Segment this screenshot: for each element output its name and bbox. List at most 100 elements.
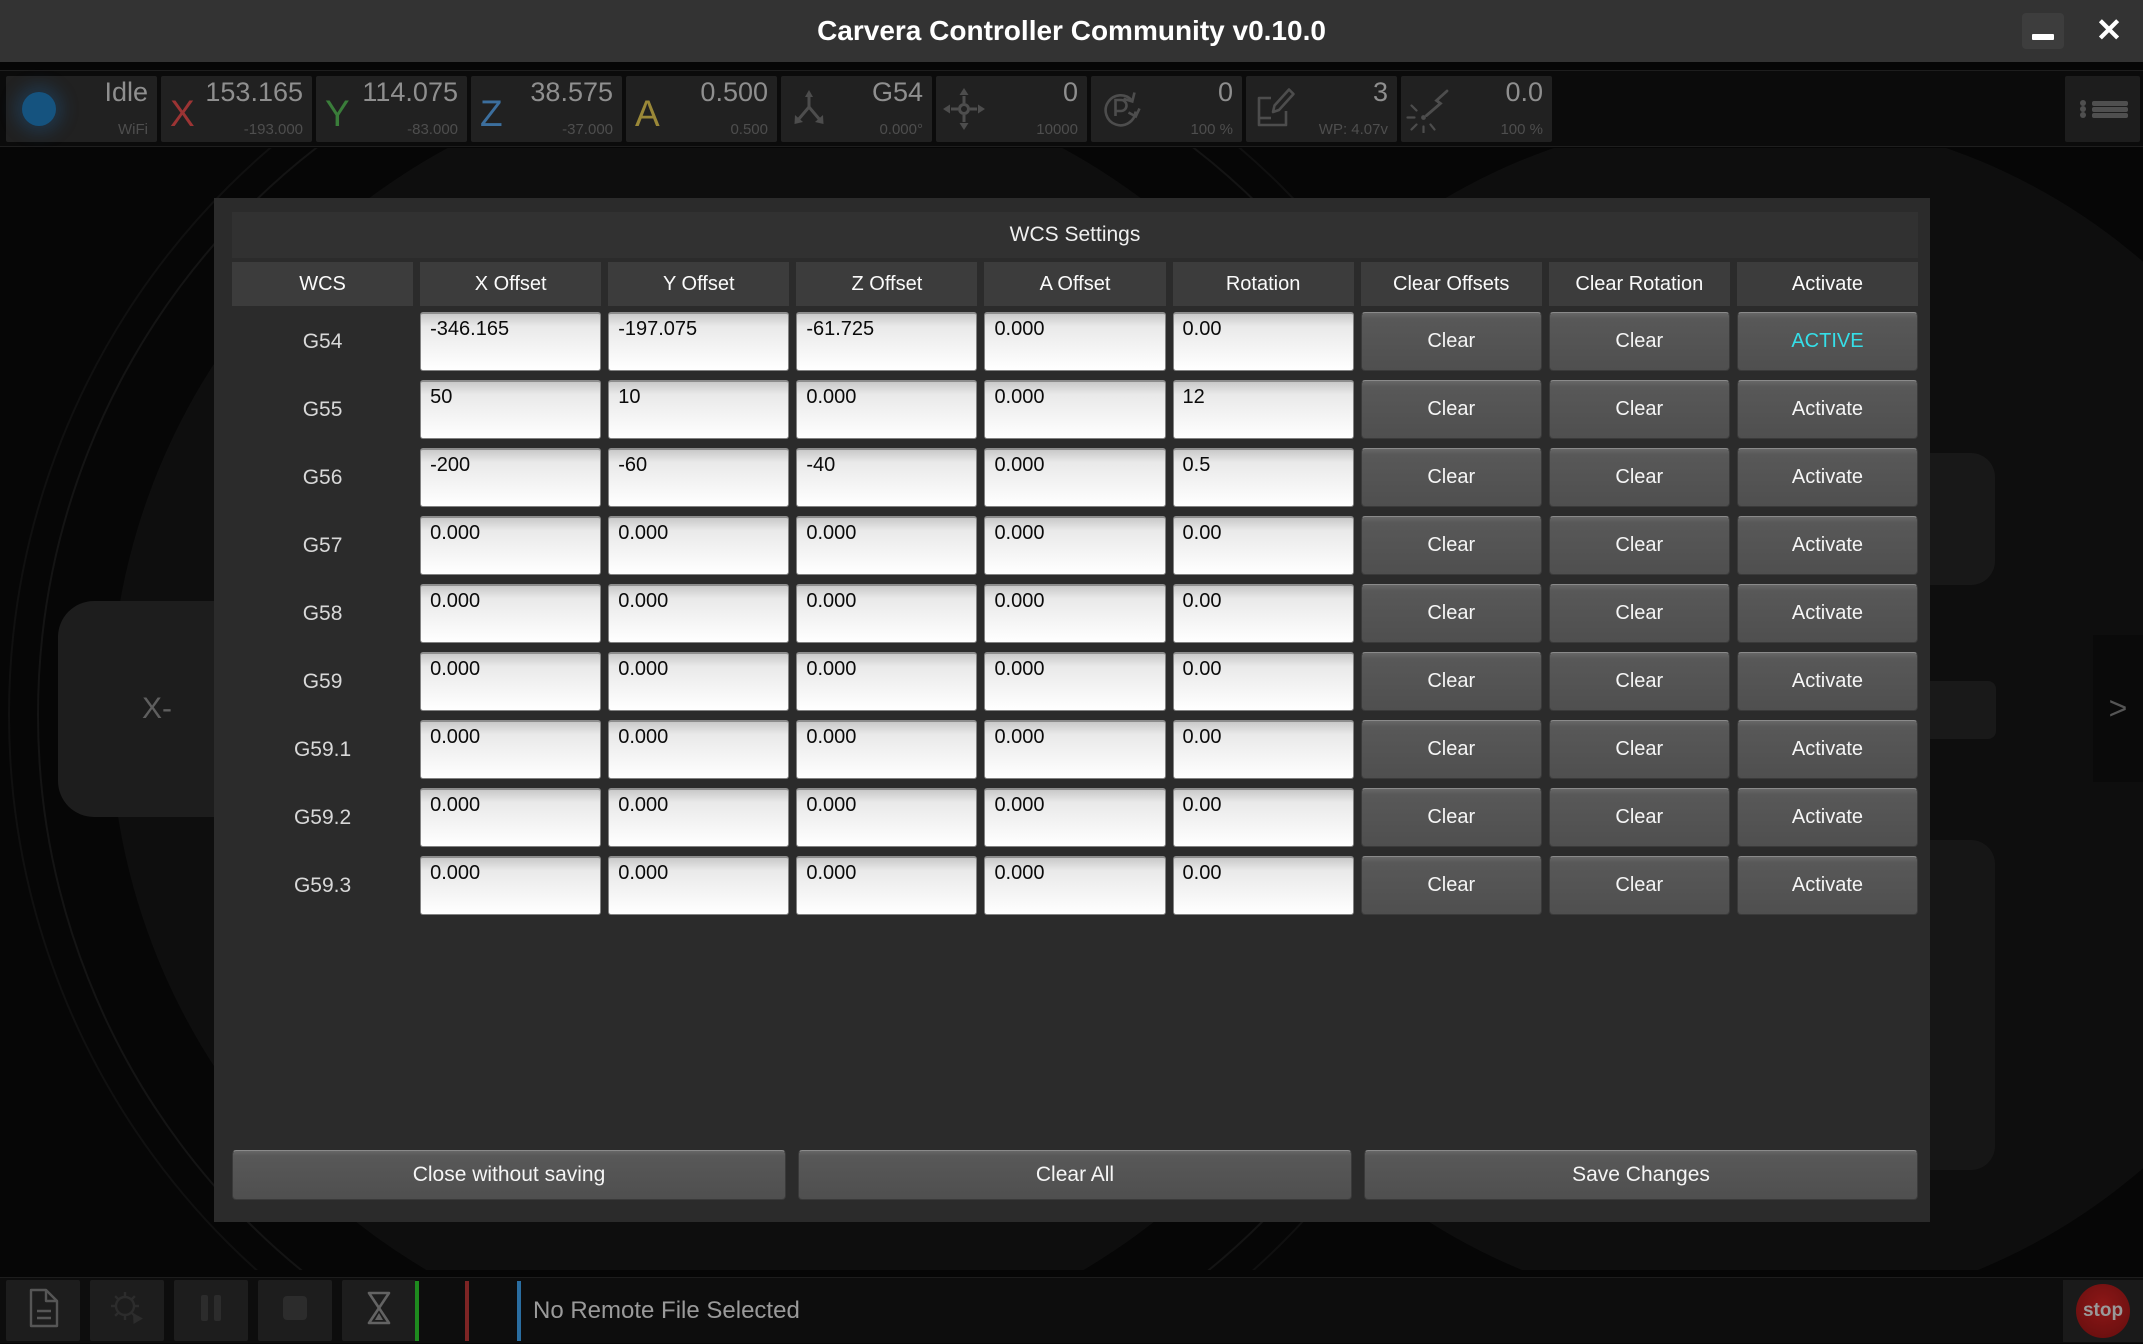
a-offset-input[interactable]: [984, 788, 1165, 847]
status-cell-axis-y[interactable]: Y114.075-83.000: [316, 76, 467, 142]
expand-panel-button[interactable]: >: [2093, 635, 2143, 782]
activate-button[interactable]: Activate: [1737, 652, 1918, 711]
x-offset-input[interactable]: [420, 720, 601, 779]
a-offset-input[interactable]: [984, 584, 1165, 643]
status-cell-axis-z[interactable]: Z38.575-37.000: [471, 76, 622, 142]
clear-offsets-button[interactable]: Clear: [1361, 856, 1542, 915]
clear-rotation-button[interactable]: Clear: [1549, 788, 1730, 847]
y-offset-input[interactable]: [608, 856, 789, 915]
status-cell-laser[interactable]: 0.0100 %: [1401, 76, 1552, 142]
status-cell-axis-a[interactable]: A0.5000.500: [626, 76, 777, 142]
y-offset-input[interactable]: [608, 516, 789, 575]
wcs-row-label: G55: [232, 380, 413, 439]
clear-rotation-button[interactable]: Clear: [1549, 312, 1730, 371]
rotation-input[interactable]: [1173, 788, 1354, 847]
clear-offsets-button[interactable]: Clear: [1361, 720, 1542, 779]
z-offset-input[interactable]: [796, 856, 977, 915]
a-offset-input[interactable]: [984, 380, 1165, 439]
list-icon: [2080, 100, 2140, 118]
dialog-title: WCS Settings: [232, 212, 1918, 258]
rotation-input[interactable]: [1173, 448, 1354, 507]
z-offset-input[interactable]: [796, 788, 977, 847]
a-offset-input[interactable]: [984, 448, 1165, 507]
clear-all-button[interactable]: Clear All: [798, 1150, 1352, 1200]
minimize-button[interactable]: [2022, 13, 2064, 49]
status-cell-axis-x[interactable]: X153.165-193.000: [161, 76, 312, 142]
rotation-input[interactable]: [1173, 516, 1354, 575]
activate-button[interactable]: Activate: [1737, 380, 1918, 439]
a-offset-input[interactable]: [984, 516, 1165, 575]
x-offset-input[interactable]: [420, 312, 601, 371]
x-offset-input[interactable]: [420, 516, 601, 575]
a-offset-input[interactable]: [984, 312, 1165, 371]
y-offset-input[interactable]: [608, 584, 789, 643]
clear-rotation-button[interactable]: Clear: [1549, 652, 1730, 711]
status-cell-wcs[interactable]: G540.000°: [781, 76, 932, 142]
clear-rotation-button[interactable]: Clear: [1549, 516, 1730, 575]
y-offset-input[interactable]: [608, 652, 789, 711]
activate-button[interactable]: Activate: [1737, 788, 1918, 847]
pause-button[interactable]: [174, 1280, 248, 1341]
y-offset-input[interactable]: [608, 380, 789, 439]
save-changes-button[interactable]: Save Changes: [1364, 1150, 1918, 1200]
close-button[interactable]: ✕: [2083, 0, 2135, 62]
status-cell-connection[interactable]: IdleWiFi: [6, 76, 157, 142]
clear-offsets-button[interactable]: Clear: [1361, 312, 1542, 371]
activate-button[interactable]: Activate: [1737, 584, 1918, 643]
z-offset-input[interactable]: [796, 720, 977, 779]
z-offset-input[interactable]: [796, 380, 977, 439]
clear-rotation-button[interactable]: Clear: [1549, 584, 1730, 643]
z-offset-input[interactable]: [796, 516, 977, 575]
x-offset-input[interactable]: [420, 380, 601, 439]
activate-button[interactable]: Activate: [1737, 516, 1918, 575]
column-header-wcs: WCS: [232, 262, 413, 306]
activate-button[interactable]: Activate: [1737, 448, 1918, 507]
a-offset-input[interactable]: [984, 652, 1165, 711]
activate-button[interactable]: Activate: [1737, 720, 1918, 779]
open-file-button[interactable]: [6, 1280, 80, 1341]
clear-offsets-button[interactable]: Clear: [1361, 380, 1542, 439]
status-cell-spindle[interactable]: 0100 %: [1091, 76, 1242, 142]
z-offset-input[interactable]: [796, 584, 977, 643]
activate-button[interactable]: ACTIVE: [1737, 312, 1918, 371]
clear-offsets-button[interactable]: Clear: [1361, 584, 1542, 643]
clear-rotation-button[interactable]: Clear: [1549, 448, 1730, 507]
stop-job-button[interactable]: [258, 1280, 332, 1341]
rotation-input[interactable]: [1173, 380, 1354, 439]
clear-rotation-button[interactable]: Clear: [1549, 856, 1730, 915]
y-offset-input[interactable]: [608, 788, 789, 847]
menu-button[interactable]: [2065, 76, 2140, 142]
elapsed-time-button[interactable]: [342, 1280, 416, 1341]
clear-offsets-button[interactable]: Clear: [1361, 652, 1542, 711]
x-offset-input[interactable]: [420, 584, 601, 643]
rotation-input[interactable]: [1173, 720, 1354, 779]
z-offset-input[interactable]: [796, 312, 977, 371]
emergency-stop-button[interactable]: stop: [2063, 1280, 2143, 1342]
rotation-input[interactable]: [1173, 312, 1354, 371]
rotation-input[interactable]: [1173, 856, 1354, 915]
rotation-input[interactable]: [1173, 584, 1354, 643]
clear-rotation-button[interactable]: Clear: [1549, 720, 1730, 779]
clear-rotation-button[interactable]: Clear: [1549, 380, 1730, 439]
x-offset-input[interactable]: [420, 788, 601, 847]
y-offset-input[interactable]: [608, 312, 789, 371]
z-offset-input[interactable]: [796, 448, 977, 507]
close-without-saving-button[interactable]: Close without saving: [232, 1150, 786, 1200]
status-cell-tool[interactable]: 3WP: 4.07v: [1246, 76, 1397, 142]
x-offset-input[interactable]: [420, 448, 601, 507]
y-offset-input[interactable]: [608, 720, 789, 779]
a-offset-input[interactable]: [984, 856, 1165, 915]
activate-button[interactable]: Activate: [1737, 856, 1918, 915]
y-offset-input[interactable]: [608, 448, 789, 507]
status-cell-feedrate[interactable]: 010000: [936, 76, 1087, 142]
clear-offsets-button[interactable]: Clear: [1361, 448, 1542, 507]
x-offset-input[interactable]: [420, 856, 601, 915]
x-offset-input[interactable]: [420, 652, 601, 711]
rotation-input[interactable]: [1173, 652, 1354, 711]
z-offset-input[interactable]: [796, 652, 977, 711]
run-button[interactable]: [90, 1280, 164, 1341]
status-cell-sublabel: 100 %: [1190, 121, 1233, 138]
clear-offsets-button[interactable]: Clear: [1361, 516, 1542, 575]
clear-offsets-button[interactable]: Clear: [1361, 788, 1542, 847]
a-offset-input[interactable]: [984, 720, 1165, 779]
